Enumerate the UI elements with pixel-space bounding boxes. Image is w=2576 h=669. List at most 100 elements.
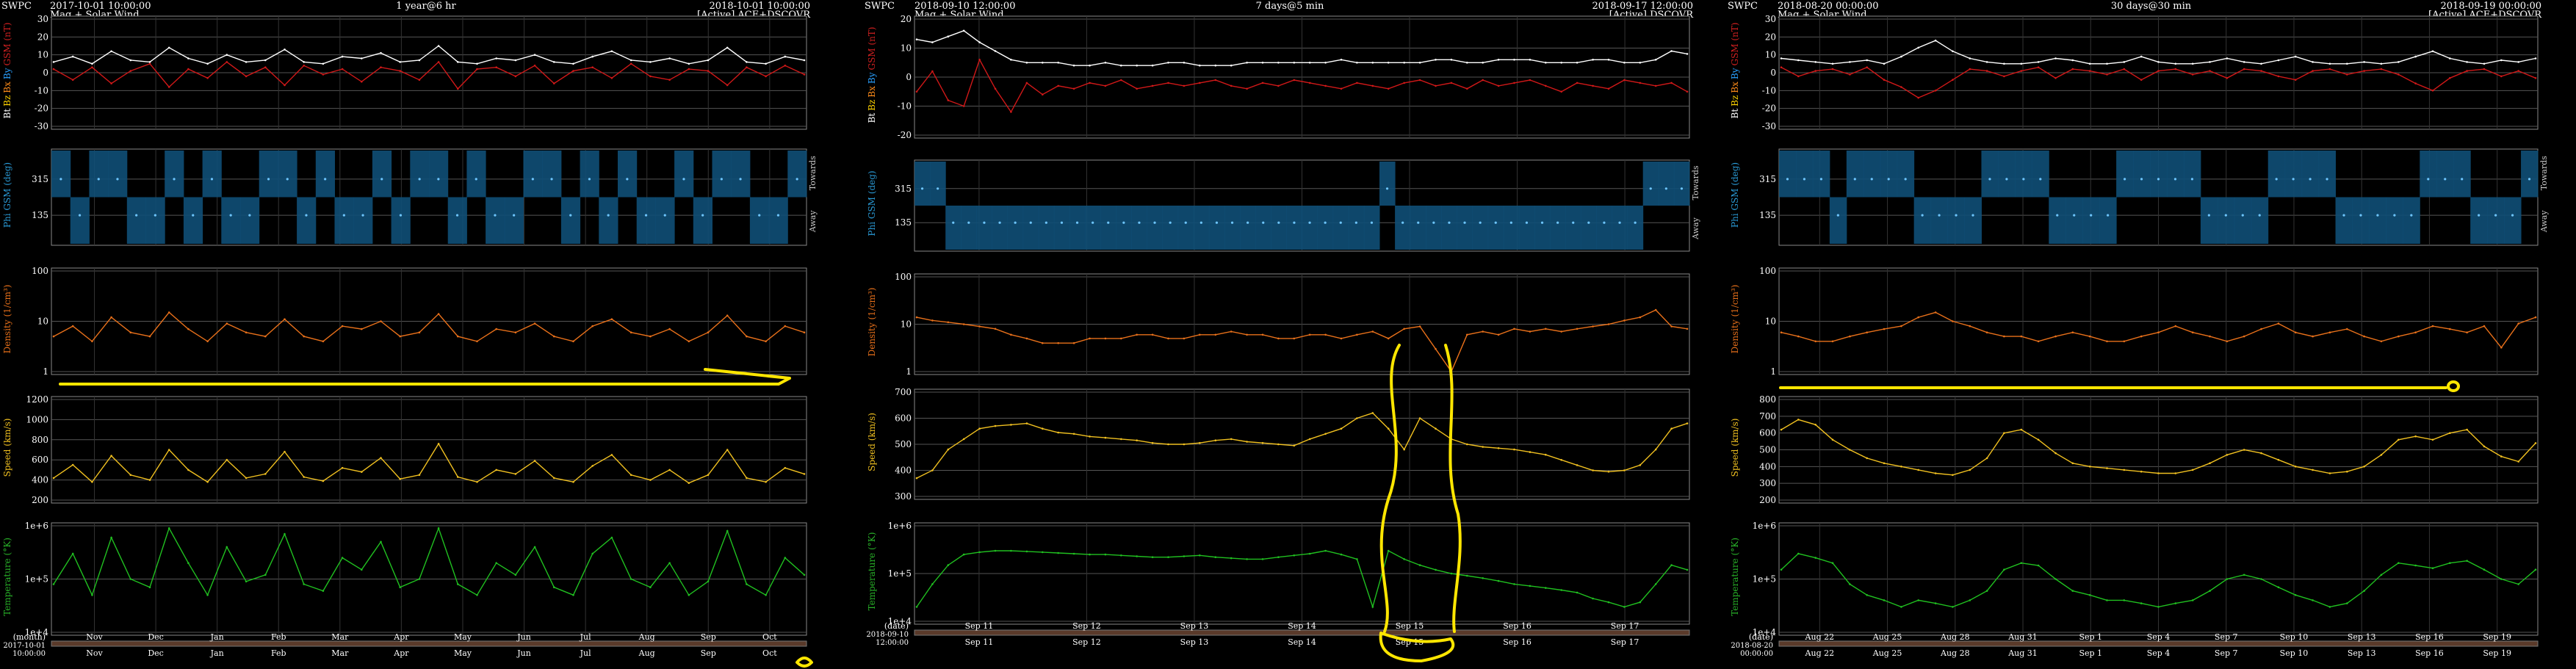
mag-data-point xyxy=(341,55,344,58)
speed-data-point xyxy=(2431,438,2434,441)
temp-data-point xyxy=(1849,583,1851,585)
phi-sector-block xyxy=(1534,206,1551,250)
speed-data-point xyxy=(1985,457,1988,460)
mag-data-point xyxy=(284,84,286,87)
speed-tick-label: 700 xyxy=(1759,411,1776,422)
temp-data-point xyxy=(148,586,151,588)
temp-data-point xyxy=(1900,606,1902,608)
phi-point xyxy=(1354,221,1357,224)
phi-axis-label: Phi GSM (deg) xyxy=(867,170,877,236)
density-data-point xyxy=(1324,333,1327,336)
x-origin-date: 2017-10-01 xyxy=(3,642,46,650)
temp-data-point xyxy=(2140,602,2143,604)
phi-point xyxy=(1664,187,1667,190)
speed-tick-label: 500 xyxy=(1759,445,1776,455)
temp-data-point xyxy=(2449,562,2451,564)
phi-sector-block xyxy=(221,197,241,244)
phi-sector-block xyxy=(2200,197,2218,244)
mag-data-point xyxy=(148,61,151,63)
phi-point xyxy=(1870,178,1873,181)
phi-sector-block xyxy=(2082,197,2100,244)
x-tick-label-top: Sep 13 xyxy=(2348,632,2376,642)
temp-data-point xyxy=(668,562,671,564)
x-tick-label-top: Sep 17 xyxy=(1611,621,1639,631)
mag-data-point xyxy=(437,61,440,63)
phi-point xyxy=(701,214,704,217)
mag-data-point xyxy=(167,46,170,49)
phi-sector-block xyxy=(2369,197,2386,244)
phi-sector-block xyxy=(2403,197,2420,244)
mag-data-point xyxy=(437,45,440,47)
mag-data-point xyxy=(649,75,652,78)
phi-sector-block xyxy=(2049,197,2066,244)
density-data-point xyxy=(1466,333,1468,336)
temp-data-point xyxy=(947,564,950,566)
phi-sector-block xyxy=(1779,151,1797,198)
mag-data-point xyxy=(591,66,594,68)
speed-data-point xyxy=(206,481,209,483)
phi-sector-block xyxy=(1100,206,1116,250)
mag-data-point xyxy=(2123,68,2126,70)
phi-sector-block xyxy=(1863,151,1881,198)
mag-data-point xyxy=(1560,90,1562,93)
x-tick-label-top: Jul xyxy=(580,632,591,642)
density-data-point xyxy=(2517,322,2519,325)
temp-data-point xyxy=(2466,560,2468,562)
temp-data-point xyxy=(1497,579,1500,582)
speed-axis-label-part: Speed (km/s) xyxy=(1730,419,1740,477)
mag-data-point xyxy=(1513,82,1515,84)
temp-data-point xyxy=(1136,555,1138,557)
mag-data-point xyxy=(553,82,555,84)
temp-data-point xyxy=(2328,606,2331,608)
speed-data-point xyxy=(1513,448,1515,451)
mag-data-point xyxy=(2020,70,2023,72)
phi-sector-block xyxy=(447,197,467,244)
mag-axis-label-part: Bt xyxy=(1730,109,1740,119)
phi-sector-block xyxy=(2453,151,2471,198)
temp-data-point xyxy=(1866,594,1868,596)
mag-data-point xyxy=(457,61,459,63)
mag-data-point xyxy=(610,77,613,79)
phi-sector-block xyxy=(259,151,278,198)
temp-data-point xyxy=(994,549,997,552)
phi-sector-block xyxy=(1565,206,1581,250)
temp-data-point xyxy=(91,594,93,596)
mag-data-point xyxy=(1308,82,1311,84)
x-tick-label-top: Sep 15 xyxy=(1396,621,1424,631)
mag-tick-label: 0 xyxy=(43,68,48,78)
phi-point xyxy=(758,214,761,217)
temp-data-point xyxy=(2534,568,2537,571)
phi-point xyxy=(998,221,1001,224)
density-tick-label: 10 xyxy=(901,319,912,330)
phi-point xyxy=(531,178,534,181)
temp-data-point xyxy=(2088,594,2091,596)
mag-data-point xyxy=(1917,46,1919,49)
temp-data-point xyxy=(707,580,710,583)
x-tick-label-top: Aug 25 xyxy=(1872,632,1902,642)
temp-data-point xyxy=(437,527,440,529)
temp-data-point xyxy=(572,594,574,596)
mag-data-point xyxy=(2517,70,2519,72)
mag-axis-label-part: GSM (nT) xyxy=(1730,23,1740,66)
phi-sector-block xyxy=(1085,206,1101,250)
temp-tick-label: 1e+5 xyxy=(1753,574,1776,585)
phi-point xyxy=(2258,214,2261,217)
phi-sector-block xyxy=(655,197,675,244)
speed-data-point xyxy=(2071,462,2074,465)
density-data-point xyxy=(1042,341,1044,344)
temp-data-point xyxy=(1151,556,1154,558)
temp-data-point xyxy=(1831,562,1834,564)
density-data-point xyxy=(2174,325,2177,328)
mag-data-point xyxy=(978,41,981,43)
temp-data-point xyxy=(1797,552,1800,555)
density-data-point xyxy=(1917,316,1919,319)
density-data-point xyxy=(1797,335,1800,338)
mag-data-point xyxy=(1780,66,1783,68)
mag-data-point xyxy=(1639,82,1642,84)
speed-data-point xyxy=(1592,469,1594,471)
mag-data-point xyxy=(226,54,228,56)
mag-data-point xyxy=(2380,68,2383,70)
phi-point xyxy=(59,178,62,181)
speed-data-point xyxy=(129,474,132,477)
density-data-point xyxy=(2088,335,2091,338)
